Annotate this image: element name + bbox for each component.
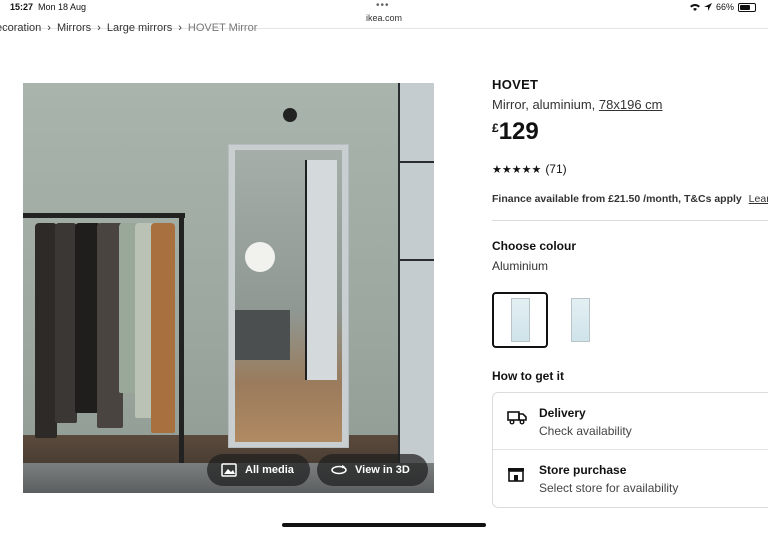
breadcrumb-item-decoration[interactable]: ecoration xyxy=(0,22,41,34)
more-dots-icon[interactable]: ••• xyxy=(376,0,390,11)
store-purchase-sub: Select store for availability xyxy=(539,481,679,495)
view-3d-label: View in 3D xyxy=(355,464,410,476)
view-3d-button[interactable]: View in 3D xyxy=(317,454,428,486)
wifi-icon xyxy=(689,4,700,11)
delivery-row[interactable]: Delivery Check availability xyxy=(493,393,768,450)
delivery-sub: Check availability xyxy=(539,424,632,438)
finance-info: Finance available from £21.50 /month, T&… xyxy=(492,193,768,205)
wardrobe-panel xyxy=(398,83,434,493)
price-currency: £ xyxy=(492,121,499,135)
selected-colour-name: Aluminium xyxy=(492,259,549,273)
battery-icon xyxy=(738,2,756,12)
rotate-3d-icon xyxy=(331,465,347,475)
chevron-right-icon: › xyxy=(178,22,182,34)
mirror-photo xyxy=(228,144,349,448)
breadcrumb: ecoration › Mirrors › Large mirrors › HOVET Mi… xyxy=(0,22,257,34)
colour-swatch-aluminium[interactable] xyxy=(492,292,548,348)
availability-card: Delivery Check availability Store purcha… xyxy=(492,392,768,508)
chevron-right-icon: › xyxy=(97,22,101,34)
status-right: 66% xyxy=(689,2,756,12)
choose-colour-heading: Choose colour xyxy=(492,239,577,253)
chevron-right-icon: › xyxy=(47,22,51,34)
home-indicator[interactable] xyxy=(282,523,486,527)
wall-lamp xyxy=(283,108,297,122)
breadcrumb-item-current: HOVET Mirror xyxy=(187,22,258,34)
rating-count: (71) xyxy=(545,162,567,176)
product-measurement-link[interactable]: 78x196 cm xyxy=(599,97,663,112)
battery-percent: 66% xyxy=(715,2,734,12)
finance-text: Finance available from £21.50 /month, T&… xyxy=(492,193,742,205)
clothes xyxy=(31,223,181,453)
price-amount: 129 xyxy=(498,118,539,145)
product-image[interactable] xyxy=(23,83,434,493)
how-to-get-it-heading: How to get it xyxy=(492,369,564,383)
product-price: £ 129 xyxy=(492,118,539,146)
breadcrumb-item-large-mirrors[interactable]: Large mirrors xyxy=(107,22,172,34)
mirror-thumbnail xyxy=(570,298,590,342)
all-media-label: All media xyxy=(245,464,294,476)
location-icon xyxy=(703,3,712,11)
status-date: Mon 18 Aug xyxy=(38,2,87,12)
clothes-rack xyxy=(23,213,185,218)
all-media-button[interactable]: All media xyxy=(207,454,310,486)
breadcrumb-item-mirrors[interactable]: Mirrors xyxy=(57,22,91,34)
product-name: HOVET xyxy=(492,77,539,92)
gallery-icon xyxy=(221,463,237,477)
store-purchase-row[interactable]: Store purchase Select store for availabi… xyxy=(493,450,768,506)
product-rating[interactable]: ★★★★★ (71) xyxy=(492,162,567,176)
mirror-thumbnail xyxy=(510,298,530,342)
product-description: Mirror, aluminium, 78x196 cm xyxy=(492,97,663,112)
store-purchase-label: Store purchase xyxy=(539,463,627,477)
product-type: Mirror, aluminium, xyxy=(492,97,596,112)
truck-icon xyxy=(507,411,527,425)
colour-swatch-alternate[interactable] xyxy=(552,292,608,348)
star-rating-icon: ★★★★★ xyxy=(492,163,542,176)
divider xyxy=(492,220,768,221)
status-time: 15:27 xyxy=(10,2,34,12)
learn-more-link[interactable]: Learn m xyxy=(749,193,768,205)
store-icon xyxy=(508,468,524,482)
delivery-label: Delivery xyxy=(539,406,586,420)
